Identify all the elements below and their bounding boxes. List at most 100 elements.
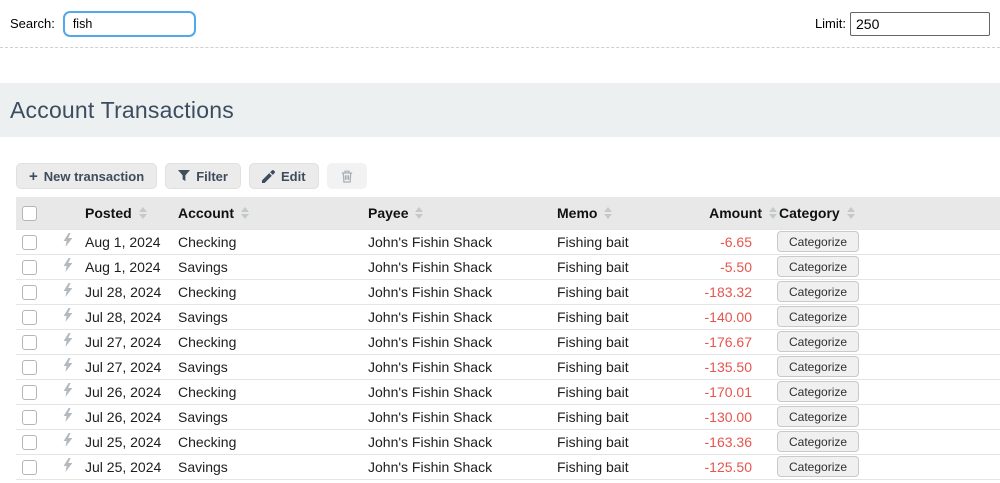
row-checkbox[interactable] — [22, 359, 37, 375]
trash-icon — [341, 170, 353, 183]
posted-cell: Aug 1, 2024 — [85, 233, 161, 250]
pencil-icon — [261, 169, 275, 183]
amount-cell: -5.50 — [720, 258, 752, 275]
payee-cell: John's Fishin Shack — [368, 358, 493, 375]
uncleared-bolt-icon[interactable] — [63, 283, 73, 297]
posted-cell: Jul 27, 2024 — [85, 333, 162, 350]
uncleared-bolt-icon[interactable] — [63, 358, 73, 372]
categorize-button[interactable]: Categorize — [777, 231, 860, 252]
column-header-account[interactable]: Account — [178, 197, 368, 229]
account-cell: Savings — [178, 358, 228, 375]
table-row: Jul 26, 2024 Savings John's Fishin Shack… — [16, 404, 1000, 429]
table-row: Jul 26, 2024 Checking John's Fishin Shac… — [16, 379, 1000, 404]
categorize-button[interactable]: Categorize — [777, 281, 860, 302]
sort-icon — [604, 206, 613, 219]
column-header-payee[interactable]: Payee — [368, 197, 557, 229]
payee-cell: John's Fishin Shack — [368, 408, 493, 425]
uncleared-bolt-icon[interactable] — [63, 383, 73, 397]
search-input[interactable] — [62, 10, 196, 37]
amount-cell: -183.32 — [704, 283, 752, 300]
top-filter-bar: Search: Limit: — [0, 0, 1000, 48]
memo-cell: Fishing bait — [557, 233, 629, 250]
table-row: Jul 27, 2024 Checking John's Fishin Shac… — [16, 329, 1000, 354]
account-cell: Checking — [178, 333, 237, 350]
uncleared-bolt-icon[interactable] — [63, 308, 73, 322]
plus-icon: + — [29, 167, 38, 185]
select-all-checkbox[interactable] — [22, 206, 37, 222]
transactions-toolbar: + New transaction Filter Edit — [16, 163, 1000, 189]
row-checkbox[interactable] — [22, 284, 37, 300]
memo-cell: Fishing bait — [557, 333, 629, 350]
sort-icon — [415, 206, 424, 219]
account-cell: Checking — [178, 433, 237, 450]
column-header-amount[interactable]: Amount — [690, 197, 777, 229]
posted-cell: Jul 26, 2024 — [85, 383, 162, 400]
status-column-header — [63, 197, 85, 229]
table-row: Aug 1, 2024 Savings John's Fishin Shack … — [16, 254, 1000, 279]
categorize-button[interactable]: Categorize — [777, 256, 860, 277]
row-checkbox[interactable] — [22, 334, 37, 350]
payee-cell: John's Fishin Shack — [368, 383, 493, 400]
categorize-button[interactable]: Categorize — [777, 356, 860, 377]
limit-label: Limit: — [814, 16, 846, 31]
amount-cell: -140.00 — [704, 308, 752, 325]
payee-cell: John's Fishin Shack — [368, 233, 493, 250]
memo-cell: Fishing bait — [557, 433, 629, 450]
edit-button[interactable]: Edit — [248, 163, 319, 189]
column-header-posted[interactable]: Posted — [85, 197, 178, 229]
uncleared-bolt-icon[interactable] — [63, 258, 73, 272]
memo-cell: Fishing bait — [557, 383, 629, 400]
row-checkbox[interactable] — [22, 259, 37, 275]
delete-button — [326, 163, 367, 189]
uncleared-bolt-icon[interactable] — [63, 458, 73, 472]
new-transaction-button[interactable]: + New transaction — [16, 163, 158, 189]
table-row: Jul 25, 2024 Checking John's Fishin Shac… — [16, 429, 1000, 454]
table-row: Jul 28, 2024 Checking John's Fishin Shac… — [16, 279, 1000, 304]
table-row: Jul 27, 2024 Savings John's Fishin Shack… — [16, 354, 1000, 379]
limit-group: Limit: — [814, 11, 990, 36]
page-title: Account Transactions — [10, 96, 234, 123]
amount-cell: -125.50 — [704, 458, 752, 475]
table-row: Jul 28, 2024 Savings John's Fishin Shack… — [16, 304, 1000, 329]
account-cell: Savings — [178, 258, 228, 275]
sort-icon — [241, 206, 249, 219]
row-checkbox[interactable] — [22, 409, 37, 425]
memo-cell: Fishing bait — [557, 408, 629, 425]
table-header-row: Posted Account Payee Memo Amount Categor… — [16, 197, 1000, 229]
amount-cell: -163.36 — [704, 433, 752, 450]
column-header-category[interactable]: Category — [777, 197, 1000, 229]
categorize-button[interactable]: Categorize — [777, 381, 860, 402]
row-checkbox[interactable] — [22, 459, 37, 475]
uncleared-bolt-icon[interactable] — [63, 333, 73, 347]
row-checkbox[interactable] — [22, 309, 37, 325]
amount-cell: -170.01 — [704, 383, 752, 400]
posted-cell: Jul 25, 2024 — [85, 458, 162, 475]
new-transaction-label: New transaction — [43, 168, 145, 184]
categorize-button[interactable]: Categorize — [777, 306, 860, 327]
categorize-button[interactable]: Categorize — [777, 331, 860, 352]
uncleared-bolt-icon[interactable] — [63, 433, 73, 447]
memo-cell: Fishing bait — [557, 308, 629, 325]
categorize-button[interactable]: Categorize — [777, 456, 860, 477]
payee-cell: John's Fishin Shack — [368, 283, 493, 300]
amount-cell: -176.67 — [704, 333, 752, 350]
funnel-icon — [178, 170, 191, 182]
sort-icon — [846, 206, 855, 219]
account-cell: Checking — [178, 383, 237, 400]
search-label: Search: — [10, 16, 55, 31]
posted-cell: Jul 26, 2024 — [85, 408, 162, 425]
row-checkbox[interactable] — [22, 234, 37, 250]
transactions-table: Posted Account Payee Memo Amount Categor… — [16, 197, 1000, 480]
categorize-button[interactable]: Categorize — [777, 431, 860, 452]
column-header-memo[interactable]: Memo — [557, 197, 690, 229]
row-checkbox[interactable] — [22, 434, 37, 450]
filter-button[interactable]: Filter — [165, 163, 241, 189]
memo-cell: Fishing bait — [557, 358, 629, 375]
limit-input[interactable] — [850, 11, 990, 36]
filter-label: Filter — [196, 168, 228, 184]
categorize-button[interactable]: Categorize — [777, 406, 860, 427]
uncleared-bolt-icon[interactable] — [63, 233, 73, 247]
amount-cell: -130.00 — [704, 408, 752, 425]
uncleared-bolt-icon[interactable] — [63, 408, 73, 422]
row-checkbox[interactable] — [22, 384, 37, 400]
